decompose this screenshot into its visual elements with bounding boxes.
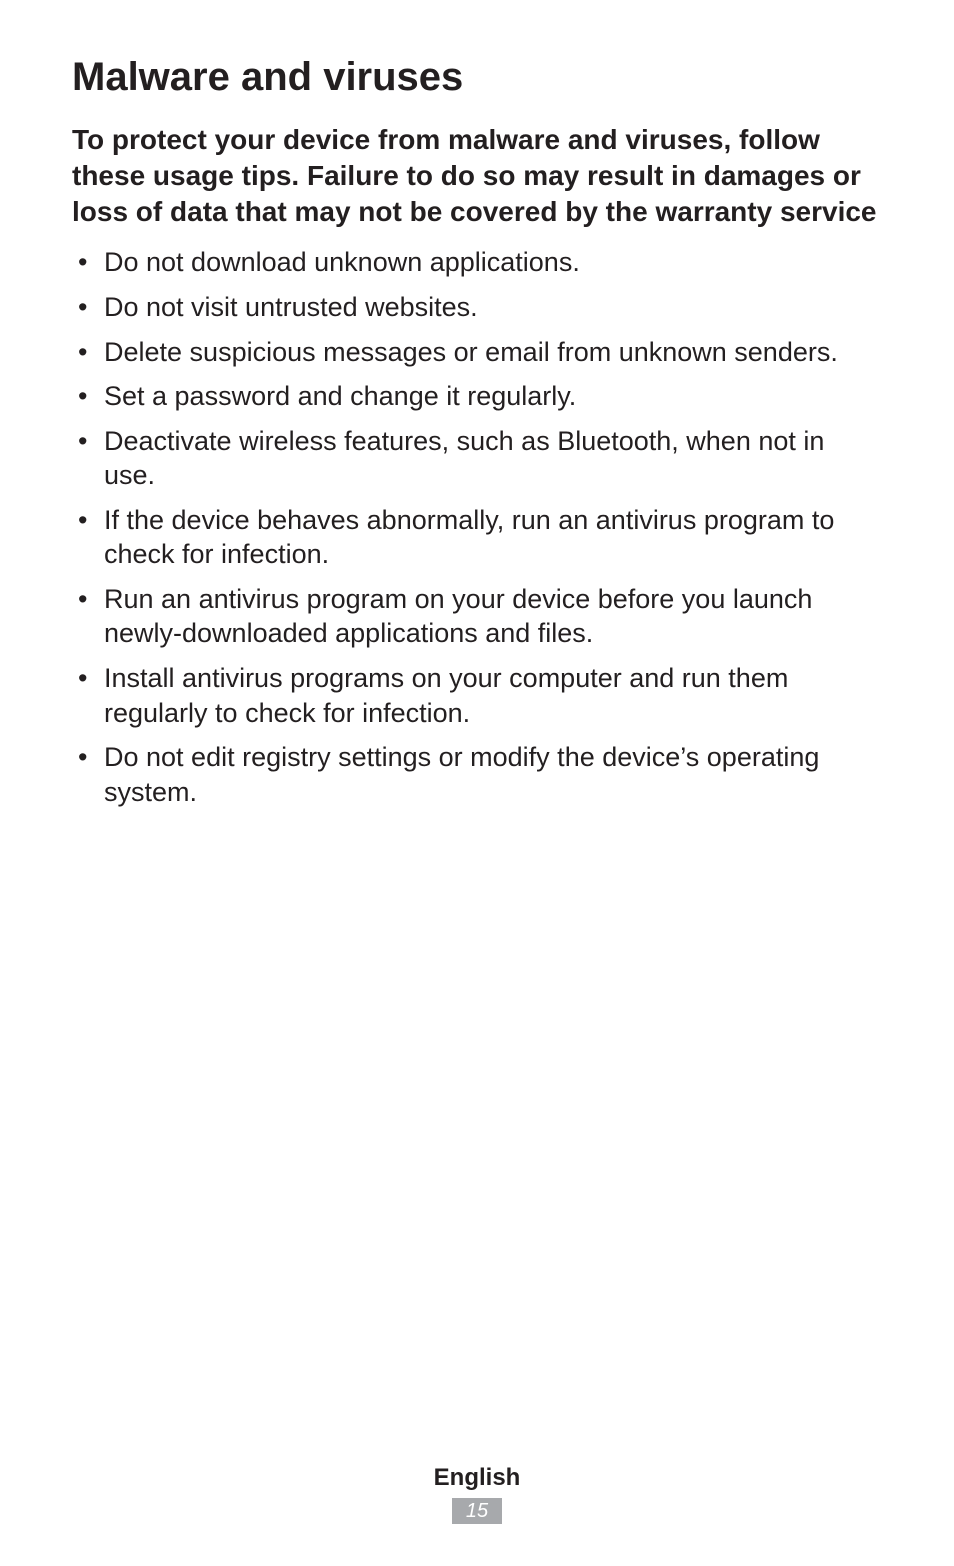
list-item: Install antivirus programs on your compu… — [72, 661, 882, 730]
tips-list: Do not download unknown applications. Do… — [72, 245, 882, 809]
page-footer: English 15 — [0, 1464, 954, 1524]
list-item: Run an antivirus program on your device … — [72, 582, 882, 651]
list-item: Set a password and change it regularly. — [72, 379, 882, 414]
footer-language: English — [0, 1464, 954, 1492]
list-item: If the device behaves abnormally, run an… — [72, 503, 882, 572]
list-item: Deactivate wireless features, such as Bl… — [72, 424, 882, 493]
sub-heading: To protect your device from malware and … — [72, 122, 882, 229]
section-title: Malware and viruses — [72, 54, 882, 100]
footer-page-number: 15 — [452, 1498, 502, 1524]
list-item: Do not download unknown applications. — [72, 245, 882, 280]
list-item: Do not visit untrusted websites. — [72, 290, 882, 325]
list-item: Do not edit registry settings or modify … — [72, 740, 882, 809]
page-content: Malware and viruses To protect your devi… — [0, 0, 954, 1566]
list-item: Delete suspicious messages or email from… — [72, 335, 882, 370]
